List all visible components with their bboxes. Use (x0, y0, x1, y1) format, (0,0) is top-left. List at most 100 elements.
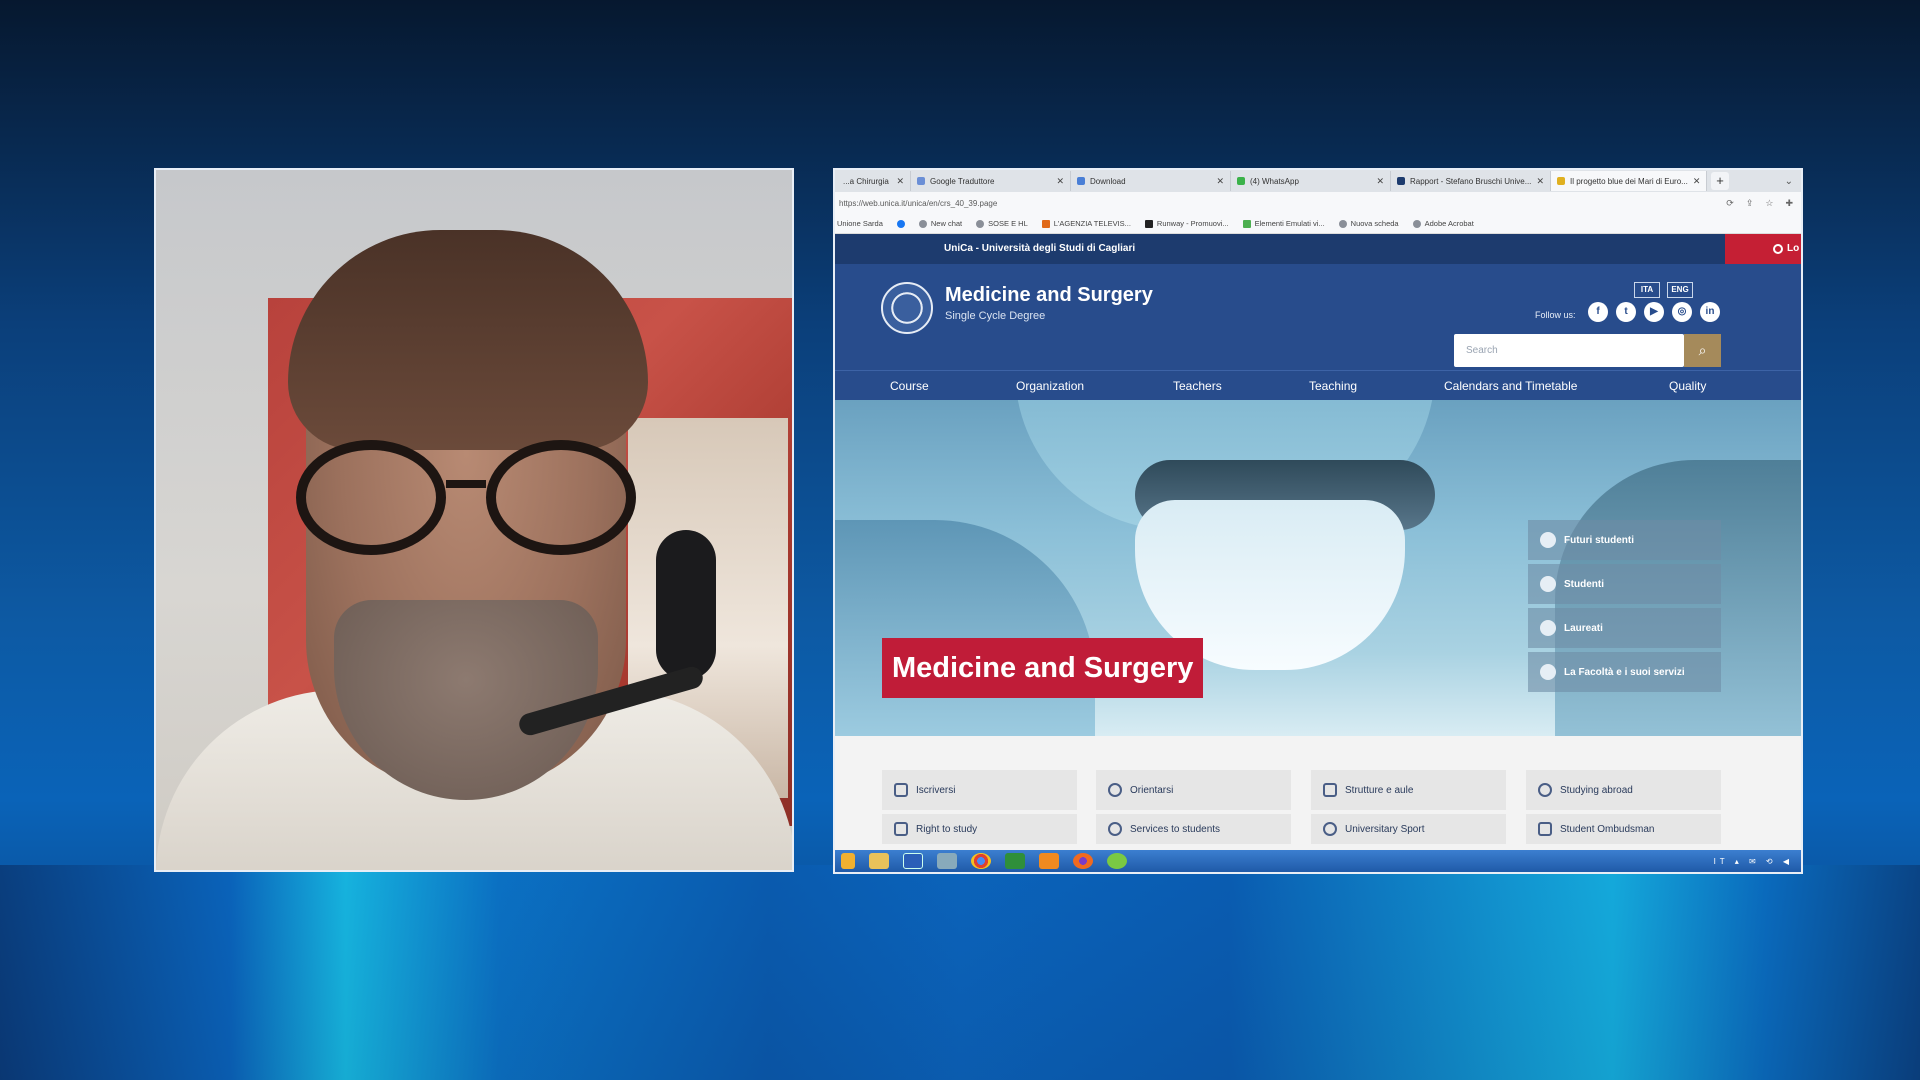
browser-tab[interactable]: Download ✕ (1071, 171, 1231, 191)
card-services-to-students[interactable]: Services to students (1096, 814, 1291, 844)
card-right-to-study[interactable]: Right to study (882, 814, 1077, 844)
services-icon (1540, 664, 1556, 680)
nav-quality[interactable]: Quality (1669, 371, 1706, 401)
bookmark-item[interactable] (896, 219, 905, 228)
system-tray[interactable]: IT ▴ ✉ ⟲ ◀ (1714, 857, 1793, 866)
nav-teachers[interactable]: Teachers (1173, 371, 1222, 401)
glasses (276, 440, 656, 560)
bookmark-item[interactable]: New chat (918, 219, 962, 228)
nav-organization[interactable]: Organization (1016, 371, 1084, 401)
word-icon[interactable] (903, 853, 923, 869)
bookmark-item[interactable]: Unione Sarda (837, 219, 883, 228)
facebook-icon[interactable]: f (1588, 302, 1608, 322)
quick-link-studenti[interactable]: Studenti (1528, 564, 1721, 604)
browser-tab[interactable]: ...a Chirurgia ✕ (837, 171, 911, 191)
university-name-link[interactable]: UniCa - Università degli Studi di Caglia… (944, 243, 1135, 254)
globe-icon (1412, 219, 1421, 228)
quick-link-facolta[interactable]: La Facoltà e i suoi servizi (1528, 652, 1721, 692)
search-icon[interactable]: ⌕ (1684, 334, 1721, 367)
browser-tab[interactable]: Rapport - Stefano Bruschi Unive... ✕ (1391, 171, 1551, 191)
card-studying-abroad[interactable]: Studying abroad (1526, 770, 1721, 810)
address-bar[interactable]: https://web.unica.it/unica/en/crs_40_39.… (835, 192, 1801, 214)
android-icon[interactable] (1107, 853, 1127, 869)
tab-favicon-icon (1557, 177, 1565, 185)
follow-us-label: Follow us: (1535, 310, 1576, 320)
browser-tab[interactable]: Google Traduttore ✕ (911, 171, 1071, 191)
hero-title: Medicine and Surgery (882, 638, 1204, 698)
card-strutture-e-aule[interactable]: Strutture e aule (1311, 770, 1506, 810)
nav-calendars[interactable]: Calendars and Timetable (1444, 371, 1577, 401)
windows-taskbar: IT ▴ ✉ ⟲ ◀ (835, 850, 1801, 872)
headset-earpiece (656, 530, 716, 680)
bookmark-item[interactable]: Adobe Acrobat (1412, 219, 1474, 228)
search-input[interactable]: Search (1454, 334, 1684, 367)
instagram-icon[interactable]: ◎ (1672, 302, 1692, 322)
extensions-icon[interactable]: ✚ (1785, 198, 1793, 209)
gavel-icon (894, 822, 908, 836)
tab-favicon-icon (1077, 177, 1085, 185)
start-icon[interactable] (841, 853, 855, 869)
agency-icon (1041, 219, 1050, 228)
browser-toolbar: ⟳ ⇪ ☆ ✚ (1726, 198, 1793, 209)
lang-ita-button[interactable]: ITA (1634, 282, 1660, 298)
screen-share-tile: ...a Chirurgia ✕ Google Traduttore ✕ Downl… (833, 168, 1803, 874)
close-tab-icon[interactable]: ✕ (1216, 176, 1224, 187)
globe-icon (1338, 219, 1347, 228)
browser-tab[interactable]: Il progetto blue dei Mari di Euro... ✕ (1551, 171, 1707, 191)
vlc-icon[interactable] (1039, 853, 1059, 869)
card-iscriversi[interactable]: Iscriversi (882, 770, 1077, 810)
firefox-icon[interactable] (1073, 853, 1093, 869)
tab-favicon-icon (917, 177, 925, 185)
linkedin-icon[interactable]: in (1700, 302, 1720, 322)
quick-link-futuri-studenti[interactable]: Futuri studenti (1528, 520, 1721, 560)
star-icon[interactable]: ☆ (1765, 198, 1773, 209)
nav-teaching[interactable]: Teaching (1309, 371, 1357, 401)
chatgpt-icon (918, 219, 927, 228)
site-subtitle: Single Cycle Degree (945, 310, 1046, 322)
background-glow (0, 865, 1920, 1080)
card-orientarsi[interactable]: Orientarsi (1096, 770, 1291, 810)
gears-icon (1108, 822, 1122, 836)
chrome-icon[interactable] (971, 853, 991, 869)
translate-icon[interactable]: ⟳ (1726, 198, 1734, 209)
app-icon[interactable] (937, 853, 957, 869)
chevron-down-icon[interactable]: ⌄ (1785, 176, 1793, 187)
bookmark-item[interactable]: Nuova scheda (1338, 219, 1399, 228)
media-icon[interactable] (1005, 853, 1025, 869)
bookmark-item[interactable]: Runway - Promuovi... (1144, 219, 1229, 228)
bookmark-item[interactable]: SOSE E HL (976, 219, 1028, 228)
twitter-icon[interactable]: t (1616, 302, 1636, 322)
compass-icon (1108, 783, 1122, 797)
facebook-icon (896, 219, 905, 228)
webcam-video-tile (154, 168, 794, 872)
site-title[interactable]: Medicine and Surgery (945, 284, 1153, 307)
elements-icon (1242, 219, 1251, 228)
close-tab-icon[interactable]: ✕ (1536, 176, 1544, 187)
university-seal-icon[interactable] (881, 282, 933, 334)
nav-course[interactable]: Course (890, 371, 929, 401)
bookmark-item[interactable]: Elementi Emulati vi... (1242, 219, 1325, 228)
youtube-icon[interactable]: ▶ (1644, 302, 1664, 322)
card-student-ombudsman[interactable]: Student Ombudsman (1526, 814, 1721, 844)
lang-eng-button[interactable]: ENG (1667, 282, 1693, 298)
file-explorer-icon[interactable] (869, 853, 889, 869)
quick-link-laureati[interactable]: Laureati (1528, 608, 1721, 648)
hero-banner: Medicine and Surgery Futuri studenti Stu… (835, 400, 1801, 736)
tab-favicon-icon (1397, 177, 1405, 185)
close-tab-icon[interactable]: ✕ (1376, 176, 1384, 187)
bookmarks-bar: Unione Sarda New chat SOSE E HL L'AGENZI… (835, 214, 1801, 234)
share-icon[interactable]: ⇪ (1746, 198, 1754, 209)
main-nav: Course Organization Teachers Teaching Ca… (835, 370, 1801, 400)
browser-tab[interactable]: (4) WhatsApp ✕ (1231, 171, 1391, 191)
login-button[interactable]: Lo (1725, 234, 1801, 264)
url-text: https://web.unica.it/unica/en/crs_40_39.… (839, 198, 998, 208)
close-tab-icon[interactable]: ✕ (1056, 176, 1064, 187)
card-universitary-sport[interactable]: Universitary Sport (1311, 814, 1506, 844)
book-icon (1540, 576, 1556, 592)
close-tab-icon[interactable]: ✕ (1693, 176, 1701, 187)
globe-icon (1538, 783, 1552, 797)
tab-favicon-icon (1237, 177, 1245, 185)
new-tab-button[interactable]: + (1711, 172, 1729, 190)
bookmark-item[interactable]: L'AGENZIA TELEVIS... (1041, 219, 1131, 228)
close-tab-icon[interactable]: ✕ (896, 176, 904, 187)
